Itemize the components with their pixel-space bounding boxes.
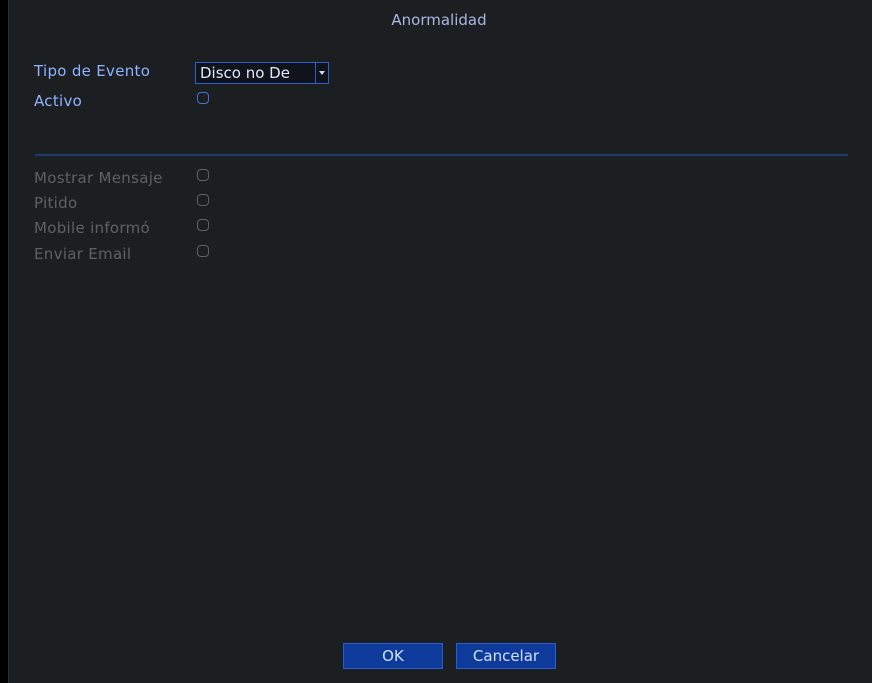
- email-checkbox[interactable]: [197, 245, 209, 257]
- show-message-label: Mostrar Mensaje: [34, 169, 163, 187]
- dialog-title: Anormalidad: [391, 11, 487, 29]
- ok-button[interactable]: OK: [343, 643, 443, 669]
- event-type-label: Tipo de Evento: [34, 62, 151, 80]
- anormalidad-dialog: Anormalidad Tipo de Evento Disco no De A…: [8, 0, 872, 683]
- event-type-value: Disco no De: [200, 64, 290, 82]
- active-label: Activo: [34, 92, 83, 110]
- beep-checkbox[interactable]: [197, 194, 209, 206]
- email-label: Enviar Email: [34, 245, 132, 263]
- mobile-label: Mobile informó: [34, 219, 150, 237]
- dropdown-arrow-icon[interactable]: [315, 63, 328, 83]
- beep-label: Pitido: [34, 194, 78, 212]
- event-type-dropdown[interactable]: Disco no De: [195, 62, 329, 84]
- active-checkbox[interactable]: [197, 92, 209, 104]
- show-message-checkbox[interactable]: [197, 169, 209, 181]
- mobile-checkbox[interactable]: [197, 219, 209, 231]
- cancel-button[interactable]: Cancelar: [456, 643, 556, 669]
- section-divider: [35, 154, 848, 156]
